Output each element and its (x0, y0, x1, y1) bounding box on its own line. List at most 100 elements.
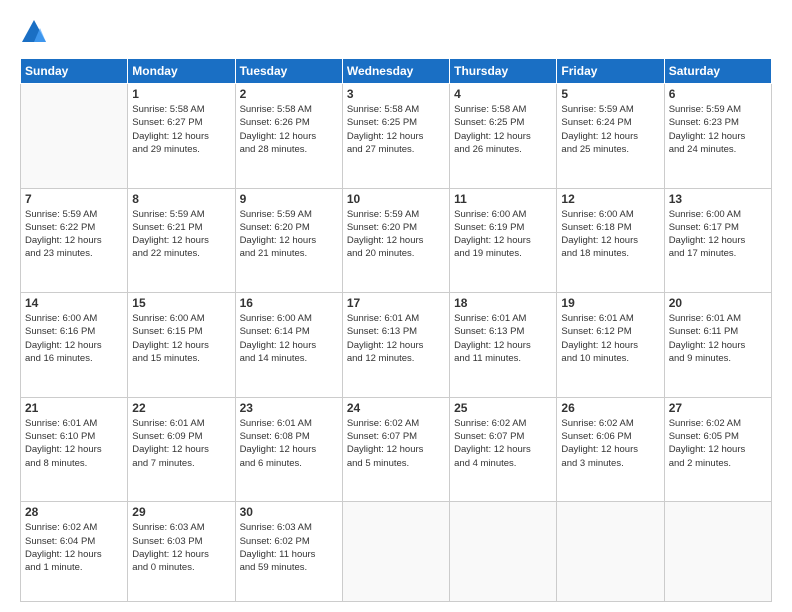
day-number: 1 (132, 87, 230, 101)
page: SundayMondayTuesdayWednesdayThursdayFrid… (0, 0, 792, 612)
calendar-cell (557, 502, 664, 602)
calendar-cell: 4 Sunrise: 5:58 AM Sunset: 6:25 PM Daylig… (450, 84, 557, 189)
day-number: 27 (669, 401, 767, 415)
logo (20, 18, 52, 46)
calendar: SundayMondayTuesdayWednesdayThursdayFrid… (20, 58, 772, 602)
calendar-cell: 28 Sunrise: 6:02 AM Sunset: 6:04 PM Dayli… (21, 502, 128, 602)
day-number: 10 (347, 192, 445, 206)
day-info: Sunrise: 6:00 AM Sunset: 6:15 PM Dayligh… (132, 312, 230, 365)
day-info: Sunrise: 6:03 AM Sunset: 6:03 PM Dayligh… (132, 521, 230, 574)
day-number: 19 (561, 296, 659, 310)
day-info: Sunrise: 6:00 AM Sunset: 6:14 PM Dayligh… (240, 312, 338, 365)
day-number: 25 (454, 401, 552, 415)
day-number: 5 (561, 87, 659, 101)
day-header-monday: Monday (128, 59, 235, 84)
calendar-week-row: 21 Sunrise: 6:01 AM Sunset: 6:10 PM Dayli… (21, 397, 772, 502)
day-info: Sunrise: 5:58 AM Sunset: 6:26 PM Dayligh… (240, 103, 338, 156)
calendar-cell: 8 Sunrise: 5:59 AM Sunset: 6:21 PM Daylig… (128, 188, 235, 293)
day-number: 8 (132, 192, 230, 206)
logo-icon (20, 18, 48, 46)
day-info: Sunrise: 6:02 AM Sunset: 6:05 PM Dayligh… (669, 417, 767, 470)
calendar-cell: 20 Sunrise: 6:01 AM Sunset: 6:11 PM Dayli… (664, 293, 771, 398)
day-info: Sunrise: 6:01 AM Sunset: 6:08 PM Dayligh… (240, 417, 338, 470)
day-info: Sunrise: 5:59 AM Sunset: 6:20 PM Dayligh… (347, 208, 445, 261)
calendar-cell: 6 Sunrise: 5:59 AM Sunset: 6:23 PM Daylig… (664, 84, 771, 189)
day-info: Sunrise: 6:01 AM Sunset: 6:13 PM Dayligh… (347, 312, 445, 365)
day-number: 13 (669, 192, 767, 206)
calendar-cell: 21 Sunrise: 6:01 AM Sunset: 6:10 PM Dayli… (21, 397, 128, 502)
day-number: 14 (25, 296, 123, 310)
day-header-friday: Friday (557, 59, 664, 84)
day-number: 2 (240, 87, 338, 101)
calendar-cell (450, 502, 557, 602)
day-number: 20 (669, 296, 767, 310)
day-info: Sunrise: 6:01 AM Sunset: 6:11 PM Dayligh… (669, 312, 767, 365)
day-info: Sunrise: 5:58 AM Sunset: 6:25 PM Dayligh… (347, 103, 445, 156)
day-number: 16 (240, 296, 338, 310)
day-info: Sunrise: 6:02 AM Sunset: 6:04 PM Dayligh… (25, 521, 123, 574)
calendar-cell: 30Sunrise: 6:03 AM Sunset: 6:02 PM Dayli… (235, 502, 342, 602)
calendar-cell: 15Sunrise: 6:00 AM Sunset: 6:15 PM Dayli… (128, 293, 235, 398)
calendar-week-row: 28 Sunrise: 6:02 AM Sunset: 6:04 PM Dayli… (21, 502, 772, 602)
day-header-saturday: Saturday (664, 59, 771, 84)
day-number: 22 (132, 401, 230, 415)
day-number: 21 (25, 401, 123, 415)
calendar-cell: 9Sunrise: 5:59 AM Sunset: 6:20 PM Daylig… (235, 188, 342, 293)
calendar-cell: 14 Sunrise: 6:00 AM Sunset: 6:16 PM Dayli… (21, 293, 128, 398)
calendar-cell: 22Sunrise: 6:01 AM Sunset: 6:09 PM Dayli… (128, 397, 235, 502)
calendar-cell: 10 Sunrise: 5:59 AM Sunset: 6:20 PM Dayli… (342, 188, 449, 293)
day-info: Sunrise: 6:01 AM Sunset: 6:12 PM Dayligh… (561, 312, 659, 365)
day-number: 12 (561, 192, 659, 206)
calendar-header-row: SundayMondayTuesdayWednesdayThursdayFrid… (21, 59, 772, 84)
calendar-cell: 17Sunrise: 6:01 AM Sunset: 6:13 PM Dayli… (342, 293, 449, 398)
day-info: Sunrise: 5:59 AM Sunset: 6:21 PM Dayligh… (132, 208, 230, 261)
calendar-week-row: 7 Sunrise: 5:59 AM Sunset: 6:22 PM Daylig… (21, 188, 772, 293)
calendar-cell: 2 Sunrise: 5:58 AM Sunset: 6:26 PM Daylig… (235, 84, 342, 189)
day-info: Sunrise: 6:00 AM Sunset: 6:16 PM Dayligh… (25, 312, 123, 365)
day-info: Sunrise: 5:59 AM Sunset: 6:23 PM Dayligh… (669, 103, 767, 156)
calendar-cell: 26 Sunrise: 6:02 AM Sunset: 6:06 PM Dayli… (557, 397, 664, 502)
day-info: Sunrise: 6:02 AM Sunset: 6:06 PM Dayligh… (561, 417, 659, 470)
day-number: 7 (25, 192, 123, 206)
calendar-cell: 27 Sunrise: 6:02 AM Sunset: 6:05 PM Dayli… (664, 397, 771, 502)
calendar-cell: 23 Sunrise: 6:01 AM Sunset: 6:08 PM Dayli… (235, 397, 342, 502)
calendar-week-row: 14 Sunrise: 6:00 AM Sunset: 6:16 PM Dayli… (21, 293, 772, 398)
day-number: 29 (132, 505, 230, 519)
day-info: Sunrise: 6:02 AM Sunset: 6:07 PM Dayligh… (454, 417, 552, 470)
day-number: 26 (561, 401, 659, 415)
day-info: Sunrise: 6:00 AM Sunset: 6:18 PM Dayligh… (561, 208, 659, 261)
calendar-cell: 13Sunrise: 6:00 AM Sunset: 6:17 PM Dayli… (664, 188, 771, 293)
day-header-tuesday: Tuesday (235, 59, 342, 84)
calendar-cell: 5 Sunrise: 5:59 AM Sunset: 6:24 PM Daylig… (557, 84, 664, 189)
day-number: 6 (669, 87, 767, 101)
day-info: Sunrise: 5:59 AM Sunset: 6:24 PM Dayligh… (561, 103, 659, 156)
day-info: Sunrise: 6:01 AM Sunset: 6:10 PM Dayligh… (25, 417, 123, 470)
day-number: 30 (240, 505, 338, 519)
calendar-cell: 12 Sunrise: 6:00 AM Sunset: 6:18 PM Dayli… (557, 188, 664, 293)
calendar-cell (664, 502, 771, 602)
calendar-cell: 18 Sunrise: 6:01 AM Sunset: 6:13 PM Dayli… (450, 293, 557, 398)
day-number: 4 (454, 87, 552, 101)
calendar-week-row: 1 Sunrise: 5:58 AM Sunset: 6:27 PM Daylig… (21, 84, 772, 189)
header (20, 18, 772, 46)
day-info: Sunrise: 5:59 AM Sunset: 6:22 PM Dayligh… (25, 208, 123, 261)
calendar-cell: 16 Sunrise: 6:00 AM Sunset: 6:14 PM Dayli… (235, 293, 342, 398)
day-number: 18 (454, 296, 552, 310)
calendar-cell (342, 502, 449, 602)
calendar-cell: 25 Sunrise: 6:02 AM Sunset: 6:07 PM Dayli… (450, 397, 557, 502)
calendar-cell: 1 Sunrise: 5:58 AM Sunset: 6:27 PM Daylig… (128, 84, 235, 189)
day-header-sunday: Sunday (21, 59, 128, 84)
day-header-wednesday: Wednesday (342, 59, 449, 84)
calendar-cell: 19 Sunrise: 6:01 AM Sunset: 6:12 PM Dayli… (557, 293, 664, 398)
day-info: Sunrise: 6:02 AM Sunset: 6:07 PM Dayligh… (347, 417, 445, 470)
day-number: 11 (454, 192, 552, 206)
calendar-cell: 11 Sunrise: 6:00 AM Sunset: 6:19 PM Dayli… (450, 188, 557, 293)
day-info: Sunrise: 6:01 AM Sunset: 6:13 PM Dayligh… (454, 312, 552, 365)
day-info: Sunrise: 6:00 AM Sunset: 6:19 PM Dayligh… (454, 208, 552, 261)
calendar-cell: 24Sunrise: 6:02 AM Sunset: 6:07 PM Dayli… (342, 397, 449, 502)
day-info: Sunrise: 5:58 AM Sunset: 6:25 PM Dayligh… (454, 103, 552, 156)
calendar-cell (21, 84, 128, 189)
day-number: 28 (25, 505, 123, 519)
day-info: Sunrise: 5:58 AM Sunset: 6:27 PM Dayligh… (132, 103, 230, 156)
day-number: 23 (240, 401, 338, 415)
